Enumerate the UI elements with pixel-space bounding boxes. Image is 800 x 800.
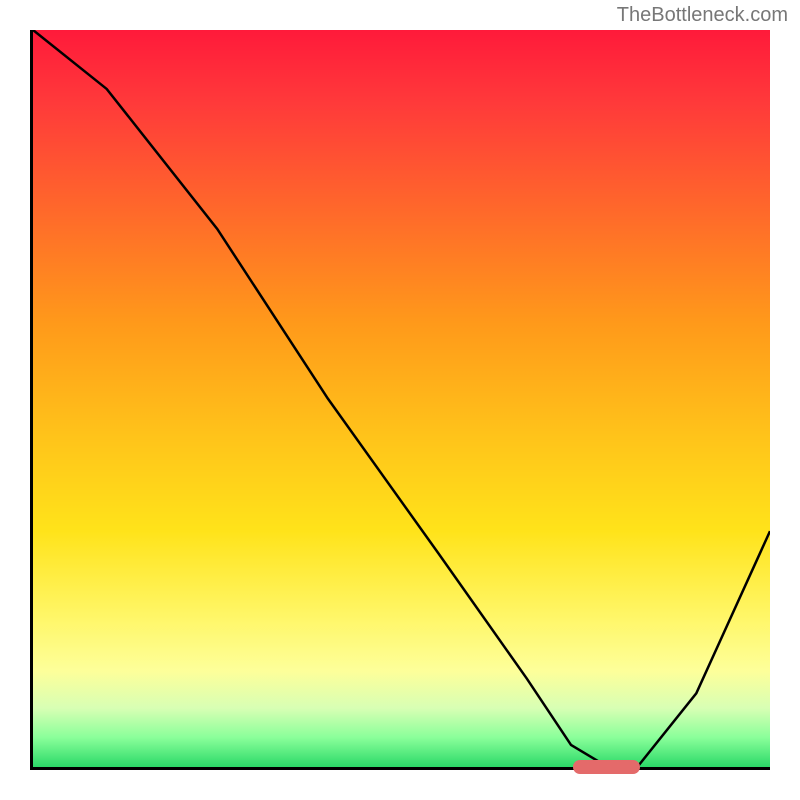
chart-container: TheBottleneck.com [0, 0, 800, 800]
bottleneck-curve [33, 30, 770, 767]
curve-path [33, 30, 770, 767]
watermark-text: TheBottleneck.com [617, 4, 788, 27]
plot-area [30, 30, 770, 770]
ideal-range-marker [573, 760, 640, 774]
